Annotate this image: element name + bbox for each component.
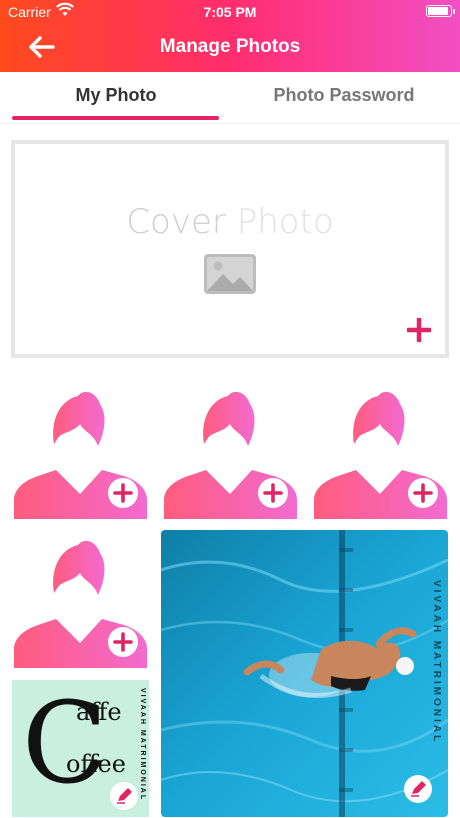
cover-title-word2: Photo	[236, 202, 334, 242]
tab-bar: My Photo Photo Password	[0, 72, 460, 124]
edit-icon	[117, 788, 132, 804]
active-tab-indicator	[12, 116, 219, 120]
battery-icon	[426, 5, 455, 17]
tab-my-photo[interactable]: My Photo	[12, 72, 220, 122]
add-cover-plus-icon[interactable]	[407, 318, 431, 342]
photo-watermark: VIVAAH MATRIMONIAL	[431, 580, 442, 745]
add-photo-button[interactable]	[258, 478, 288, 508]
add-photo-button[interactable]	[408, 478, 438, 508]
swimmer-photo	[161, 530, 448, 817]
plus-icon	[113, 632, 133, 652]
logo-line2: offee	[66, 750, 126, 778]
photo-slot-3[interactable]	[312, 382, 449, 519]
plus-icon	[113, 483, 133, 503]
image-placeholder-icon	[204, 254, 256, 294]
edit-photo-button[interactable]	[110, 782, 138, 810]
status-time: 7:05 PM	[203, 4, 257, 20]
uploaded-photo-logo[interactable]: C affe offee VIVAAH MATRIMONIAL	[12, 680, 149, 817]
plus-icon	[263, 483, 283, 503]
tab-photo-password[interactable]: Photo Password	[240, 72, 448, 122]
cover-photo-label: Cover Photo	[15, 202, 445, 242]
photo-slot-2[interactable]	[162, 382, 299, 519]
photo-slot-4[interactable]	[12, 531, 149, 668]
status-bar: Carrier 7:05 PM	[0, 0, 460, 24]
photo-watermark: VIVAAH MATRIMONIAL	[139, 688, 146, 802]
plus-icon	[413, 483, 433, 503]
cover-photo-box[interactable]: Cover Photo	[11, 140, 449, 358]
add-photo-button[interactable]	[108, 478, 138, 508]
page-title: Manage Photos	[159, 36, 301, 57]
edit-photo-button[interactable]	[404, 775, 432, 803]
uploaded-photo-swimmer[interactable]: VIVAAH MATRIMONIAL	[161, 530, 448, 817]
cover-title-word1: Cover	[126, 202, 226, 242]
edit-icon	[411, 781, 426, 797]
logo-line1: affe	[76, 698, 122, 726]
add-photo-button[interactable]	[108, 627, 138, 657]
photo-slot-1[interactable]	[12, 382, 149, 519]
app-header: Carrier 7:05 PM Manage Photos	[0, 0, 460, 72]
